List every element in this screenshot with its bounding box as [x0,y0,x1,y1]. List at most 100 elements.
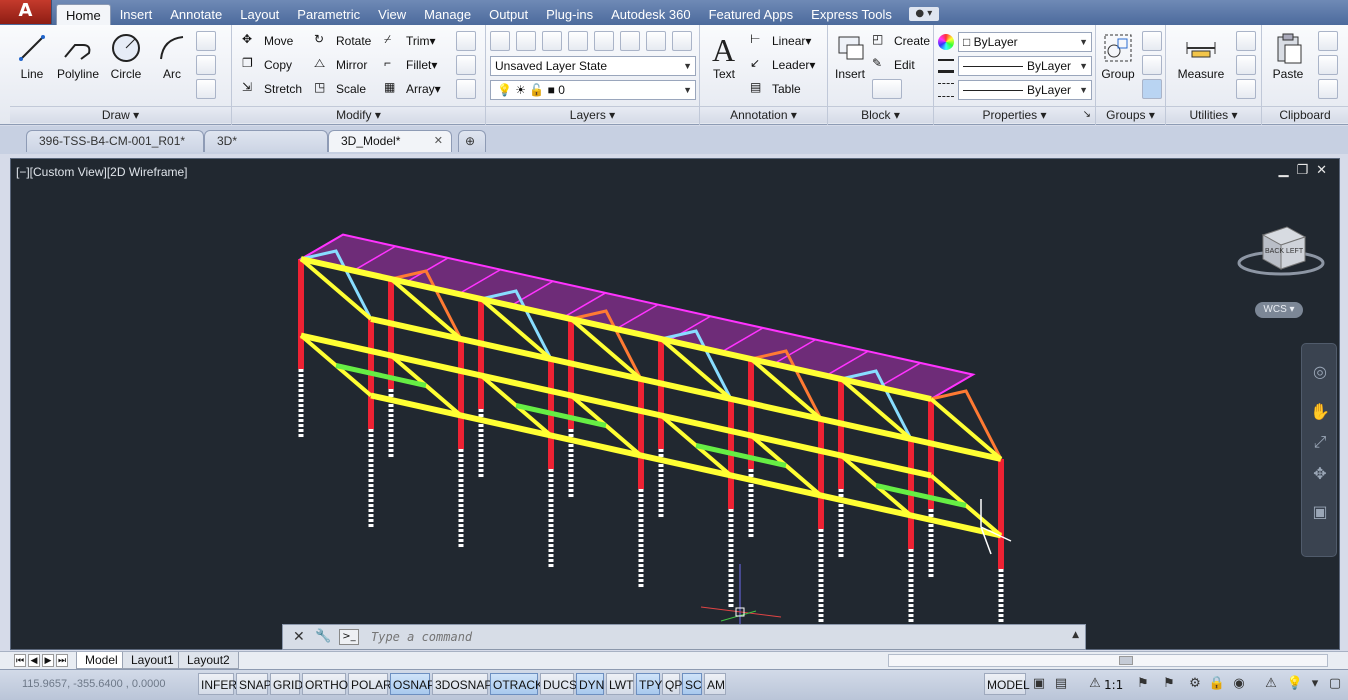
annotation-scale-icon[interactable]: ⚠ [1086,675,1104,693]
region-icon[interactable] [196,79,216,99]
toggle-osnap[interactable]: OSNAP [390,673,435,695]
hatch-icon[interactable] [196,55,216,75]
stretch-button[interactable]: ⇲ Stretch [242,78,302,100]
zoom-extents-icon[interactable]: ⤢ [1310,432,1330,452]
wcs-menu[interactable]: WCS ▾ [1255,302,1303,318]
toggle-lwt[interactable]: LWT [606,673,634,695]
close-icon[interactable]: ✕ [293,629,305,645]
wrench-icon[interactable]: 🔧 [315,629,331,644]
rotate-button[interactable]: ↻ Rotate [314,30,371,52]
edit-block-button[interactable]: ✎ Edit [872,54,915,76]
tab-insert[interactable]: Insert [111,4,162,25]
showmotion-icon[interactable]: ▣ [1310,502,1330,522]
line-tool-button[interactable]: Line [10,29,54,91]
toggle-3dosnap[interactable]: 3DOSNAP [432,673,492,695]
fillet-button[interactable]: ⌐ Fillet ▾ [384,54,437,76]
quick-select-icon[interactable] [1236,31,1256,51]
close-icon[interactable]: ✕ [434,131,443,151]
toggle-tpy[interactable]: TPY [636,673,662,695]
tab-plug-ins[interactable]: Plug-ins [537,4,602,25]
drawing-viewport[interactable]: [−][Custom View][2D Wireframe] ▁ ❐ ✕ BACK … [10,158,1340,650]
color-dropdown[interactable]: □ ByLayer ▼ [958,32,1092,52]
measure-button[interactable]: Measure [1170,29,1232,91]
layer-dropdown[interactable]: 💡 ☀ 🔓 ■ 0 ▼ [490,80,696,100]
layer-unisolate-icon[interactable] [620,31,640,51]
tab-manage[interactable]: Manage [415,4,480,25]
toggle-ortho[interactable]: ORTHO [302,673,348,695]
ungroup-icon[interactable] [1142,31,1162,51]
block-panel-title[interactable]: Block ▾ [828,106,933,123]
orbit-icon[interactable]: ✥ [1310,464,1330,484]
toggle-qp[interactable]: QP [662,673,682,695]
mirror-button[interactable]: ⧍ Mirror [314,54,367,76]
modify-panel-title[interactable]: Modify ▾ [232,106,485,123]
new-tab-button[interactable]: ⊕ [458,130,486,152]
quick-view-layouts-icon[interactable]: ▣ [1030,675,1048,693]
toggle-dyn[interactable]: DYN [576,673,604,695]
layer-properties-icon[interactable] [490,31,510,51]
copy-clip-icon[interactable] [1318,55,1338,75]
tab-annotate[interactable]: Annotate [161,4,231,25]
layer-isolate-icon[interactable] [594,31,614,51]
toggle-snap[interactable]: SNAP [236,673,272,695]
move-button[interactable]: ✥ Move [242,30,293,52]
polyline-tool-button[interactable]: Polyline [54,29,102,91]
explode-icon[interactable] [456,55,476,75]
match-layer-icon[interactable] [542,31,562,51]
hardware-acceleration-icon[interactable]: ◉ [1230,675,1248,693]
next-layout-icon[interactable]: ▶ [42,654,54,667]
layer-off-icon[interactable] [672,31,692,51]
toggle-am[interactable]: AM [704,673,726,695]
doc-tab-3d[interactable]: 3D* [204,130,328,152]
model-space-button[interactable]: MODEL [984,673,1030,695]
application-menu-button[interactable]: A [0,0,52,24]
auto-scale-icon[interactable]: ⚑ [1160,675,1178,693]
leader-button[interactable]: ↙ Leader ▾ [750,54,815,76]
layout-tab-layout2[interactable]: Layout2 [178,652,239,669]
close-icon[interactable]: ✕ [1316,163,1327,178]
utilities-panel-title[interactable]: Utilities ▾ [1166,106,1261,123]
toggle-infer[interactable]: INFER [198,673,237,695]
last-layout-icon[interactable]: ⏭ [56,654,68,667]
lineweight-dropdown[interactable]: ByLayer ▼ [958,56,1092,76]
scroll-thumb[interactable] [1119,656,1133,665]
annotation-panel-title[interactable]: Annotation ▾ [700,106,827,123]
circle-tool-button[interactable]: Circle [104,29,148,91]
array-button[interactable]: ▦ Array ▾ [384,78,441,100]
toggle-grid[interactable]: GRID [270,673,303,695]
tab-output[interactable]: Output [480,4,537,25]
viewport-controls-label[interactable]: [−][Custom View][2D Wireframe] [16,165,188,179]
layer-freeze-icon[interactable] [646,31,666,51]
annotation-visibility-icon[interactable]: ⚑ [1134,675,1152,693]
ribbon-minimize-button[interactable]: ● ▾ [908,7,939,21]
calculator-icon[interactable] [1236,79,1256,99]
clipboard-panel-title[interactable]: Clipboard [1262,106,1348,123]
quick-view-drawings-icon[interactable]: ▤ [1052,675,1070,693]
chevron-up-icon[interactable]: ▲ [1072,630,1079,640]
select-all-icon[interactable] [1236,55,1256,75]
layer-state-dropdown[interactable]: Unsaved Layer State ▼ [490,56,696,76]
minimize-icon[interactable]: ▁ [1278,163,1288,178]
command-input[interactable] [371,626,1051,648]
layers-panel-title[interactable]: Layers ▾ [486,106,699,123]
group-edit-icon[interactable] [1142,55,1162,75]
viewcube[interactable]: BACK LEFT [1231,215,1331,285]
groups-panel-title[interactable]: Groups ▾ [1096,106,1165,123]
rectangle-icon[interactable] [196,31,216,51]
clean-screen-icon[interactable]: ▢ [1326,675,1344,693]
cut-icon[interactable] [1318,31,1338,51]
lock-icon[interactable]: 🔒 [1208,675,1226,693]
trim-button[interactable]: ⌿ Trim ▾ [384,30,436,52]
paste-button[interactable]: Paste [1266,29,1310,91]
tab-express-tools[interactable]: Express Tools [802,4,901,25]
horizontal-scrollbar[interactable] [888,654,1328,667]
lightbulb-icon[interactable]: 💡 [1286,675,1304,693]
tab-home[interactable]: Home [56,4,111,25]
erase-icon[interactable] [456,31,476,51]
tab-featured-apps[interactable]: Featured Apps [700,4,803,25]
match-properties-icon[interactable] [1318,79,1338,99]
draw-panel-title[interactable]: Draw ▾ [10,106,231,123]
doc-tab-3d-model[interactable]: 3D_Model* ✕ [328,130,452,152]
doc-tab-396-tss[interactable]: 396-TSS-B4-CM-001_R01* [26,130,204,152]
text-tool-button[interactable]: A Text [702,29,746,91]
